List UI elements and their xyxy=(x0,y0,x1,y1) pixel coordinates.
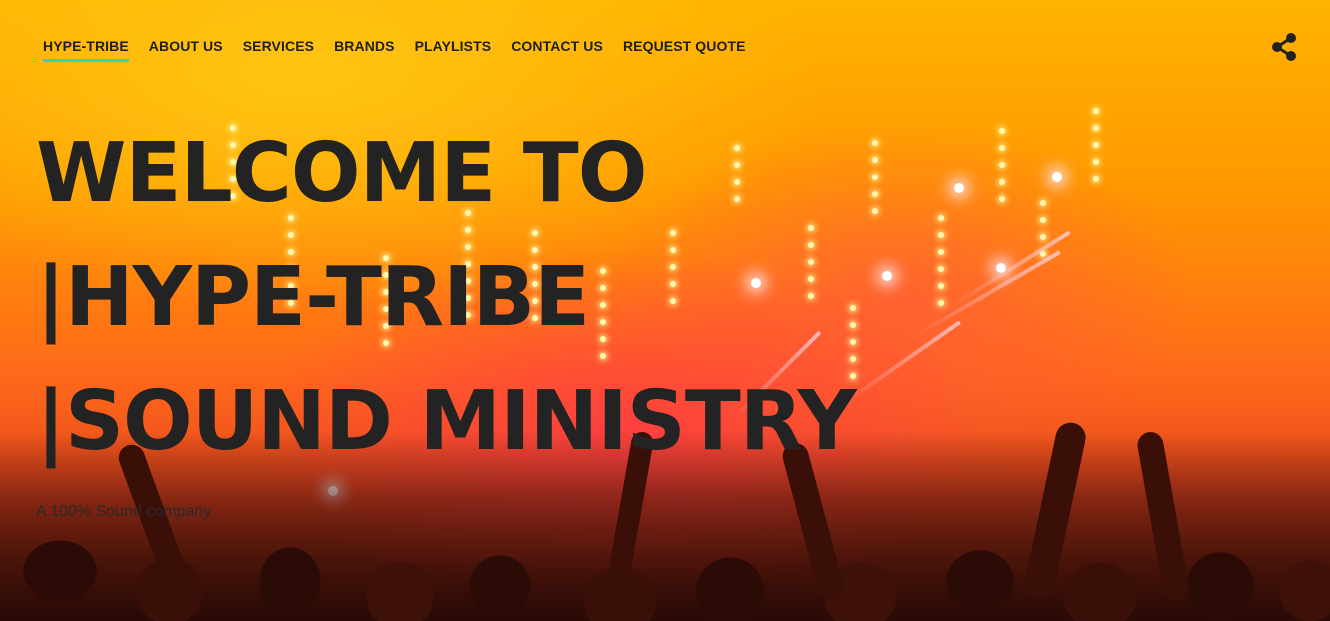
nav-item-contact-us[interactable]: CONTACT US xyxy=(511,38,603,62)
nav-item-request-quote[interactable]: REQUEST QUOTE xyxy=(623,38,746,62)
nav-item-about-us[interactable]: ABOUT US xyxy=(149,38,223,62)
nav-item-brands[interactable]: BRANDS xyxy=(334,38,395,62)
light-column xyxy=(872,140,878,225)
spotlight xyxy=(954,183,964,193)
share-icon xyxy=(1272,33,1296,61)
raised-arm xyxy=(1021,419,1089,603)
nav-item-hype-tribe[interactable]: HYPE-TRIBE xyxy=(43,38,129,62)
share-button[interactable] xyxy=(1270,32,1298,62)
hero-headline: WELCOME TO |HYPE-TRIBE |SOUND MINISTRY xyxy=(36,112,857,484)
main-navigation: HYPE-TRIBE ABOUT US SERVICES BRANDS PLAY… xyxy=(43,38,766,62)
headline-line-sound-ministry: |SOUND MINISTRY xyxy=(36,374,857,469)
headline-line-brand: |HYPE-TRIBE xyxy=(36,250,590,345)
spotlight xyxy=(1052,172,1062,182)
headline-line-welcome: WELCOME TO xyxy=(36,126,647,221)
light-beam xyxy=(844,320,962,404)
nav-item-services[interactable]: SERVICES xyxy=(243,38,314,62)
light-column xyxy=(999,128,1005,213)
light-column xyxy=(938,215,944,317)
nav-item-playlists[interactable]: PLAYLISTS xyxy=(415,38,492,62)
hero-tagline: A 100% Sound company xyxy=(36,503,212,520)
light-beam xyxy=(950,230,1072,308)
raised-arm xyxy=(1135,430,1191,602)
spotlight xyxy=(996,263,1006,273)
light-column xyxy=(1093,108,1099,193)
spotlight xyxy=(882,271,892,281)
light-beam xyxy=(911,250,1061,339)
